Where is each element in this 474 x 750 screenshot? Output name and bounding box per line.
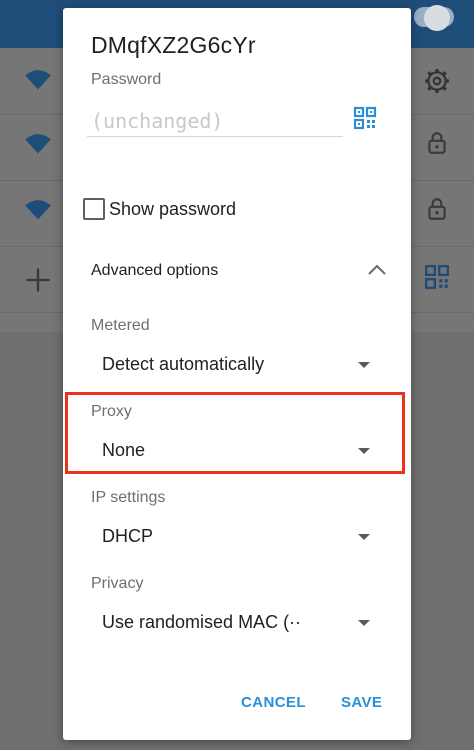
metered-select[interactable]: Detect automatically [91, 346, 383, 382]
password-input[interactable] [87, 106, 343, 137]
ip-settings-select[interactable]: DHCP [91, 518, 383, 554]
show-password-checkbox[interactable] [83, 198, 105, 220]
dropdown-caret-icon [358, 362, 370, 368]
proxy-value: None [102, 440, 146, 460]
privacy-select[interactable]: Use randomised MAC (·· [91, 604, 383, 640]
qr-code-icon[interactable] [353, 106, 377, 130]
privacy-label: Privacy [91, 575, 144, 592]
proxy-select[interactable]: None [91, 432, 383, 468]
advanced-options-toggle[interactable]: Advanced options [63, 254, 411, 290]
wifi-icon [25, 200, 51, 220]
privacy-value: Use randomised MAC (·· [102, 612, 302, 632]
cancel-button[interactable]: CANCEL [239, 690, 308, 715]
wifi-icon [25, 70, 51, 90]
ip-settings-value: DHCP [102, 526, 154, 546]
show-password-checkbox-row[interactable]: Show password [83, 196, 236, 222]
metered-label: Metered [91, 317, 150, 334]
plus-icon [26, 268, 50, 292]
gear-icon[interactable] [424, 68, 450, 94]
dropdown-caret-icon [358, 620, 370, 626]
wifi-toggle-knob[interactable] [424, 5, 450, 31]
lock-icon [428, 132, 446, 154]
lock-icon [428, 198, 446, 220]
proxy-label: Proxy [91, 403, 132, 420]
ip-settings-label: IP settings [91, 489, 166, 506]
show-password-label: Show password [109, 198, 237, 219]
wifi-icon [25, 134, 51, 154]
save-button[interactable]: SAVE [339, 690, 384, 715]
advanced-options-label: Advanced options [91, 262, 219, 279]
metered-value: Detect automatically [102, 354, 265, 374]
wifi-network-dialog: DMqfXZ2G6cYr Password Show password Adva… [63, 8, 411, 740]
chevron-up-icon [368, 264, 386, 275]
dialog-title: DMqfXZ2G6cYr [91, 32, 256, 58]
dropdown-caret-icon [358, 534, 370, 540]
qr-code-icon[interactable] [424, 264, 450, 290]
dropdown-caret-icon [358, 448, 370, 454]
password-label: Password [91, 71, 162, 88]
